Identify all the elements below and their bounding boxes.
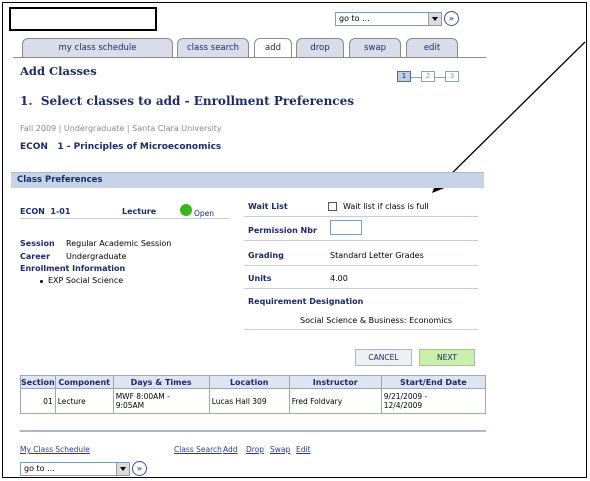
row-divider (244, 216, 478, 217)
row-divider (20, 218, 230, 219)
footer-link-add[interactable]: Add (223, 445, 238, 454)
page-heading: Add Classes (20, 64, 97, 78)
tab-add[interactable]: add (254, 38, 292, 58)
tab-baseline (13, 57, 486, 58)
cell-location: Lucas Hall 309 (208, 388, 290, 414)
wait-list-checkbox-text: Wait list if class is full (343, 202, 429, 211)
status-text: Open (194, 209, 215, 218)
course-title: ECON 1 - Principles of Microeconomics (20, 142, 222, 152)
tab-class-search[interactable]: class search (177, 38, 249, 57)
class-section: ECON 1-01 (20, 207, 71, 216)
enrollment-info-item: EXP Social Science (48, 276, 124, 285)
wait-list-label: Wait List (248, 202, 288, 211)
header-blank-box (9, 7, 157, 31)
goto-select-top-value: go to ... (339, 14, 370, 23)
annotation-arrow (432, 41, 586, 193)
tab-my-class-schedule[interactable]: my class schedule (22, 38, 173, 57)
step-1: 1 (397, 71, 411, 82)
tab-drop[interactable]: drop (296, 38, 344, 57)
cell-instructor: Fred Foldvary (288, 388, 382, 414)
column-header-days-times: Days & Times (112, 375, 210, 389)
footer-link-drop[interactable]: Drop (246, 445, 264, 454)
career-value: Undergraduate (66, 252, 127, 261)
row-divider (244, 265, 478, 266)
wait-list-checkbox[interactable] (328, 202, 337, 211)
term-line: Fall 2009 | Undergraduate | Santa Clara … (20, 124, 222, 133)
step-title: 1. Select classes to add - Enrollment Pr… (20, 94, 354, 108)
cell-component: Lecture (54, 388, 114, 414)
next-button[interactable]: NEXT (419, 349, 475, 366)
enrollment-info-label: Enrollment Information (20, 264, 126, 273)
row-divider (244, 240, 478, 241)
units-label: Units (248, 274, 272, 283)
cancel-button[interactable]: CANCEL (355, 349, 412, 366)
chevron-down-icon (428, 13, 441, 25)
table-row: 01 Lecture MWF 8:00AM - 9:05AM Lucas Hal… (20, 388, 487, 414)
class-component: Lecture (122, 207, 157, 216)
column-header-location: Location (208, 375, 290, 389)
row-divider (244, 329, 478, 330)
footer-divider (20, 430, 486, 432)
go-arrow-icon[interactable]: » (132, 461, 147, 476)
go-arrow-icon[interactable]: » (444, 11, 459, 26)
cell-days-times: MWF 8:00AM - 9:05AM (112, 388, 210, 414)
column-header-dates: Start/End Date (380, 375, 487, 389)
column-header-component: Component (54, 375, 114, 389)
career-label: Career (20, 252, 51, 261)
cell-section: 01 (20, 388, 56, 414)
tab-label: add (265, 43, 281, 53)
footer-link-class-search[interactable]: Class Search (174, 445, 222, 454)
session-label: Session (20, 239, 55, 248)
class-preferences-header: Class Preferences (11, 172, 484, 188)
bullet-icon (40, 280, 43, 283)
tab-label: my class schedule (58, 43, 137, 53)
column-header-instructor: Instructor (288, 375, 382, 389)
footer-link-my-class-schedule[interactable]: My Class Schedule (20, 445, 90, 454)
permission-input[interactable] (330, 220, 362, 235)
status-open-icon (180, 204, 192, 216)
grading-value: Standard Letter Grades (330, 251, 424, 260)
units-value: 4.00 (330, 274, 348, 283)
goto-select-bottom[interactable]: go to ... (20, 462, 130, 476)
requirement-value: Social Science & Business: Economics (300, 316, 453, 325)
grading-label: Grading (248, 251, 284, 260)
sections-table: Section Component Days & Times Location … (20, 375, 487, 414)
footer-link-edit[interactable]: Edit (296, 445, 311, 454)
table-header-row: Section Component Days & Times Location … (20, 375, 487, 389)
tab-label: swap (364, 43, 386, 53)
requirement-label: Requirement Designation (248, 297, 364, 306)
goto-select-bottom-value: go to ... (24, 464, 55, 473)
permission-label: Permission Nbr (248, 226, 317, 235)
tab-label: class search (186, 43, 240, 53)
session-value: Regular Academic Session (66, 239, 172, 248)
tab-label: drop (310, 43, 330, 53)
row-divider (244, 288, 478, 289)
cell-dates: 9/21/2009 - 12/4/2009 (380, 388, 487, 414)
footer-link-swap[interactable]: Swap (270, 445, 290, 454)
chevron-down-icon (116, 463, 129, 475)
goto-select-top[interactable]: go to ... (335, 12, 442, 26)
column-header-section: Section (20, 375, 56, 389)
tab-swap[interactable]: swap (349, 38, 401, 57)
